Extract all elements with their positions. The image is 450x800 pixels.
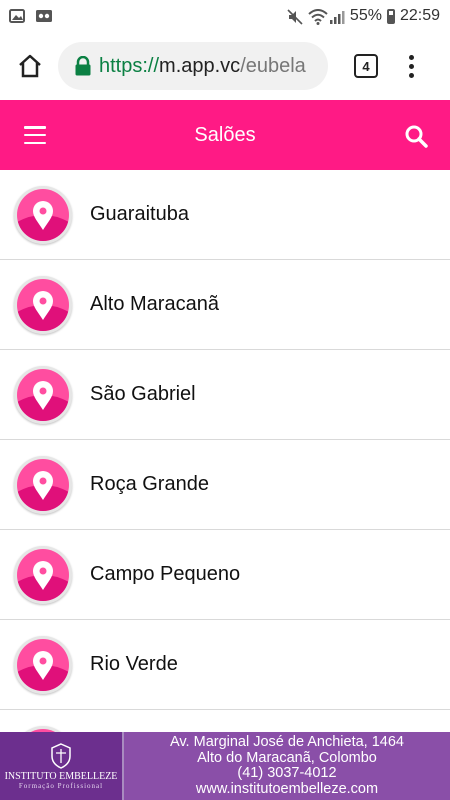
footer-banner[interactable]: INSTITUTO EMBELLEZE Formação Profissiona…: [0, 732, 450, 800]
lock-icon: [75, 56, 91, 76]
list-item-label: Alto Maracanã: [90, 293, 219, 315]
address-bar[interactable]: https://m.app.vc/eubela: [58, 42, 328, 90]
list-item[interactable]: Roça Grande: [0, 440, 450, 530]
url-path: /eubela: [240, 54, 306, 77]
logo: INSTITUTO EMBELLEZE Formação Profissiona…: [0, 732, 124, 800]
battery-percent: 55%: [349, 7, 382, 24]
location-pin-icon: [14, 635, 72, 694]
list-item[interactable]: [0, 710, 450, 732]
footer-contact: Av. Marginal José de Anchieta, 1464 Alto…: [124, 732, 450, 800]
list-item[interactable]: Guaraituba: [0, 170, 450, 260]
url-host: m.app.vc: [159, 54, 241, 77]
salon-list: Guaraituba Alto Maracanã São Gabriel Roça G…: [0, 170, 450, 732]
wifi-icon: [308, 9, 328, 25]
location-pin-icon: [14, 365, 72, 424]
list-item-label: Guaraituba: [90, 203, 189, 225]
voicemail-notification-icon: [35, 9, 52, 23]
logo-name: INSTITUTO EMBELLEZE: [4, 770, 118, 782]
home-icon: [19, 54, 41, 78]
dot-icon: [408, 63, 414, 69]
list-item[interactable]: Rio Verde: [0, 620, 450, 710]
home-button[interactable]: [14, 50, 46, 82]
location-pin-icon: [14, 545, 72, 604]
dot-icon: [408, 72, 414, 78]
crest-icon: [51, 742, 71, 769]
location-pin-icon: [14, 275, 72, 334]
dot-icon: [408, 54, 414, 60]
logo-tagline: Formação Profissional: [18, 781, 104, 790]
app-header: Salões: [0, 100, 450, 170]
gallery-notification-icon: [9, 9, 25, 23]
list-item[interactable]: Alto Maracanã: [0, 260, 450, 350]
page-title: Salões: [194, 123, 256, 146]
url-text: https://m.app.vc/eubela: [99, 55, 306, 78]
phone: (41) 3037-4012: [237, 765, 337, 781]
list-item-label: São Gabriel: [90, 383, 196, 405]
status-bar: 55% 22:59: [0, 0, 450, 32]
address-line-2: Alto do Maracanã, Colombo: [197, 749, 377, 766]
mute-icon: [287, 9, 303, 25]
list-item-label: Roça Grande: [90, 473, 209, 495]
website: www.institutoembelleze.com: [195, 780, 379, 797]
battery-icon: [386, 8, 395, 24]
browser-toolbar: https://m.app.vc/eubela 4: [0, 32, 450, 100]
list-item-label: Campo Pequeno: [90, 563, 241, 585]
location-pin-icon: [14, 185, 72, 244]
tab-switcher-button[interactable]: 4: [354, 54, 378, 78]
address-line-1: Av. Marginal José de Anchieta, 1464: [169, 734, 405, 750]
list-item[interactable]: Campo Pequeno: [0, 530, 450, 620]
clock: 22:59: [399, 7, 440, 24]
signal-icon: [329, 9, 345, 24]
menu-icon[interactable]: [24, 126, 46, 144]
list-item-label: Rio Verde: [90, 653, 178, 675]
browser-menu-button[interactable]: [408, 54, 414, 78]
search-icon[interactable]: [404, 124, 428, 148]
url-scheme: https://: [99, 54, 160, 77]
location-pin-icon: [14, 455, 72, 514]
list-item[interactable]: São Gabriel: [0, 350, 450, 440]
